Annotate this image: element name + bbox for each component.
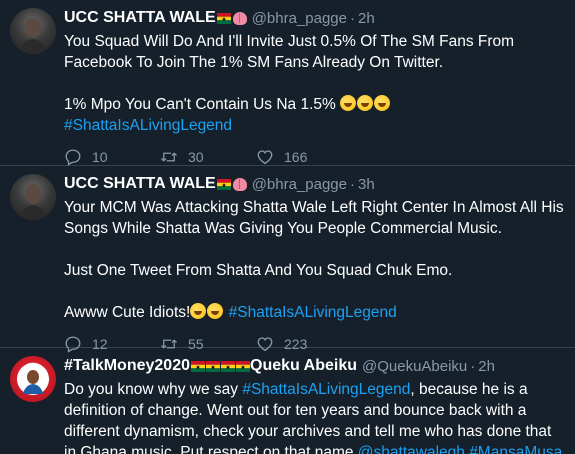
user-portrait-icon bbox=[19, 18, 47, 54]
retweet-count: 30 bbox=[188, 149, 204, 165]
tweet-line: Your MCM Was Attacking Shatta Wale Left … bbox=[64, 199, 564, 237]
hashtag-link[interactable]: #ShattaIsALivingLegend bbox=[242, 381, 410, 398]
tweet-line: Awww Cute Idiots! #ShattaIsALivingLegend bbox=[64, 302, 565, 323]
tweet-header: UCC SHATTA WALE @bhra_pagge · 2h bbox=[64, 6, 565, 30]
username[interactable]: @QuekuAbeiku bbox=[362, 358, 467, 375]
rofl-emoji-icon bbox=[374, 95, 391, 111]
avatar[interactable] bbox=[10, 174, 56, 220]
tweet-line bbox=[64, 239, 565, 260]
hashtag-link[interactable]: #MansaMusa bbox=[469, 444, 562, 454]
like-icon bbox=[257, 150, 273, 165]
tweet-line-text: Awww Cute Idiots! bbox=[64, 304, 191, 321]
separator-dot: · bbox=[470, 357, 476, 375]
tweet-line bbox=[64, 73, 565, 94]
display-name-prefix: #TalkMoney2020 bbox=[64, 357, 190, 374]
like-count: 166 bbox=[284, 149, 308, 165]
tweet-line: You Squad Will Do And I'll Invite Just 0… bbox=[64, 33, 515, 71]
username[interactable]: @bhra_pagge bbox=[252, 10, 347, 27]
tweet-header: #TalkMoney2020 Queku Abeiku @QuekuAbeiku… bbox=[64, 354, 565, 378]
ghana-flag-icon bbox=[216, 12, 231, 24]
tweet[interactable]: UCC SHATTA WALE @bhra_pagge · 3h Your MC… bbox=[0, 166, 575, 353]
ghana-flag-icon bbox=[221, 360, 235, 372]
tweet[interactable]: UCC SHATTA WALE @bhra_pagge · 2h You Squ… bbox=[0, 0, 575, 166]
hashtag-link[interactable]: #ShattaIsALivingLegend bbox=[229, 304, 397, 321]
retweet-button[interactable]: 30 bbox=[160, 148, 256, 166]
tweet-line bbox=[64, 281, 565, 302]
tweet-line-text: 1% Mpo You Can't Contain Us Na 1.5% bbox=[64, 96, 336, 113]
tweet-text: Do you know why we say #ShattaIsALivingL… bbox=[64, 379, 565, 454]
rofl-emoji-icon bbox=[190, 303, 207, 319]
timestamp[interactable]: 2h bbox=[478, 358, 495, 375]
mention-link[interactable]: @shattawalegh bbox=[358, 444, 465, 454]
display-name[interactable]: #TalkMoney2020 bbox=[64, 357, 190, 375]
avatar[interactable] bbox=[10, 8, 56, 54]
display-name-suffix[interactable]: Queku Abeiku bbox=[250, 357, 357, 375]
brain-icon bbox=[232, 11, 247, 25]
avatar[interactable] bbox=[10, 356, 56, 402]
username[interactable]: @bhra_pagge bbox=[252, 176, 347, 193]
rofl-emoji-icon bbox=[207, 303, 224, 319]
separator-dot: · bbox=[350, 9, 355, 27]
rofl-emoji-icon bbox=[357, 95, 374, 111]
tweet-text-segment: Do you know why we say bbox=[64, 381, 243, 398]
ghana-flag-icon bbox=[216, 178, 231, 190]
brain-icon bbox=[232, 177, 247, 191]
timestamp[interactable]: 3h bbox=[358, 176, 375, 193]
user-portrait-icon bbox=[17, 363, 49, 395]
tweet-header: UCC SHATTA WALE @bhra_pagge · 3h bbox=[64, 172, 565, 196]
rofl-emoji-icon bbox=[340, 95, 357, 111]
retweet-icon bbox=[161, 152, 177, 162]
tweet-line: 1% Mpo You Can't Contain Us Na 1.5% bbox=[64, 94, 565, 115]
like-button[interactable]: 166 bbox=[256, 148, 352, 166]
timestamp[interactable]: 2h bbox=[358, 10, 375, 27]
reply-button[interactable]: 10 bbox=[64, 148, 160, 166]
tweet-text: You Squad Will Do And I'll Invite Just 0… bbox=[64, 31, 565, 136]
tweet-line: #ShattaIsALivingLegend bbox=[64, 115, 565, 136]
ghana-flag-icon bbox=[206, 360, 220, 372]
reply-count: 10 bbox=[92, 149, 108, 165]
user-portrait-icon bbox=[19, 184, 47, 220]
separator-dot: · bbox=[350, 175, 355, 193]
tweet-text: Your MCM Was Attacking Shatta Wale Left … bbox=[64, 197, 565, 323]
hashtag-link[interactable]: #ShattaIsALivingLegend bbox=[64, 117, 232, 134]
timeline: UCC SHATTA WALE @bhra_pagge · 2h You Squ… bbox=[0, 0, 575, 454]
display-name[interactable]: UCC SHATTA WALE bbox=[64, 175, 216, 193]
ghana-flag-icon bbox=[191, 360, 205, 372]
ghana-flag-icon bbox=[236, 360, 250, 372]
tweet[interactable]: #TalkMoney2020 Queku Abeiku @QuekuAbeiku… bbox=[0, 348, 575, 454]
reply-icon bbox=[65, 149, 81, 166]
tweet-line: Just One Tweet From Shatta And You Squad… bbox=[64, 262, 453, 279]
tweet-paragraph: Do you know why we say #ShattaIsALivingL… bbox=[64, 379, 565, 454]
display-name[interactable]: UCC SHATTA WALE bbox=[64, 9, 216, 27]
tweet-actions: 10 30 166 bbox=[64, 146, 565, 168]
